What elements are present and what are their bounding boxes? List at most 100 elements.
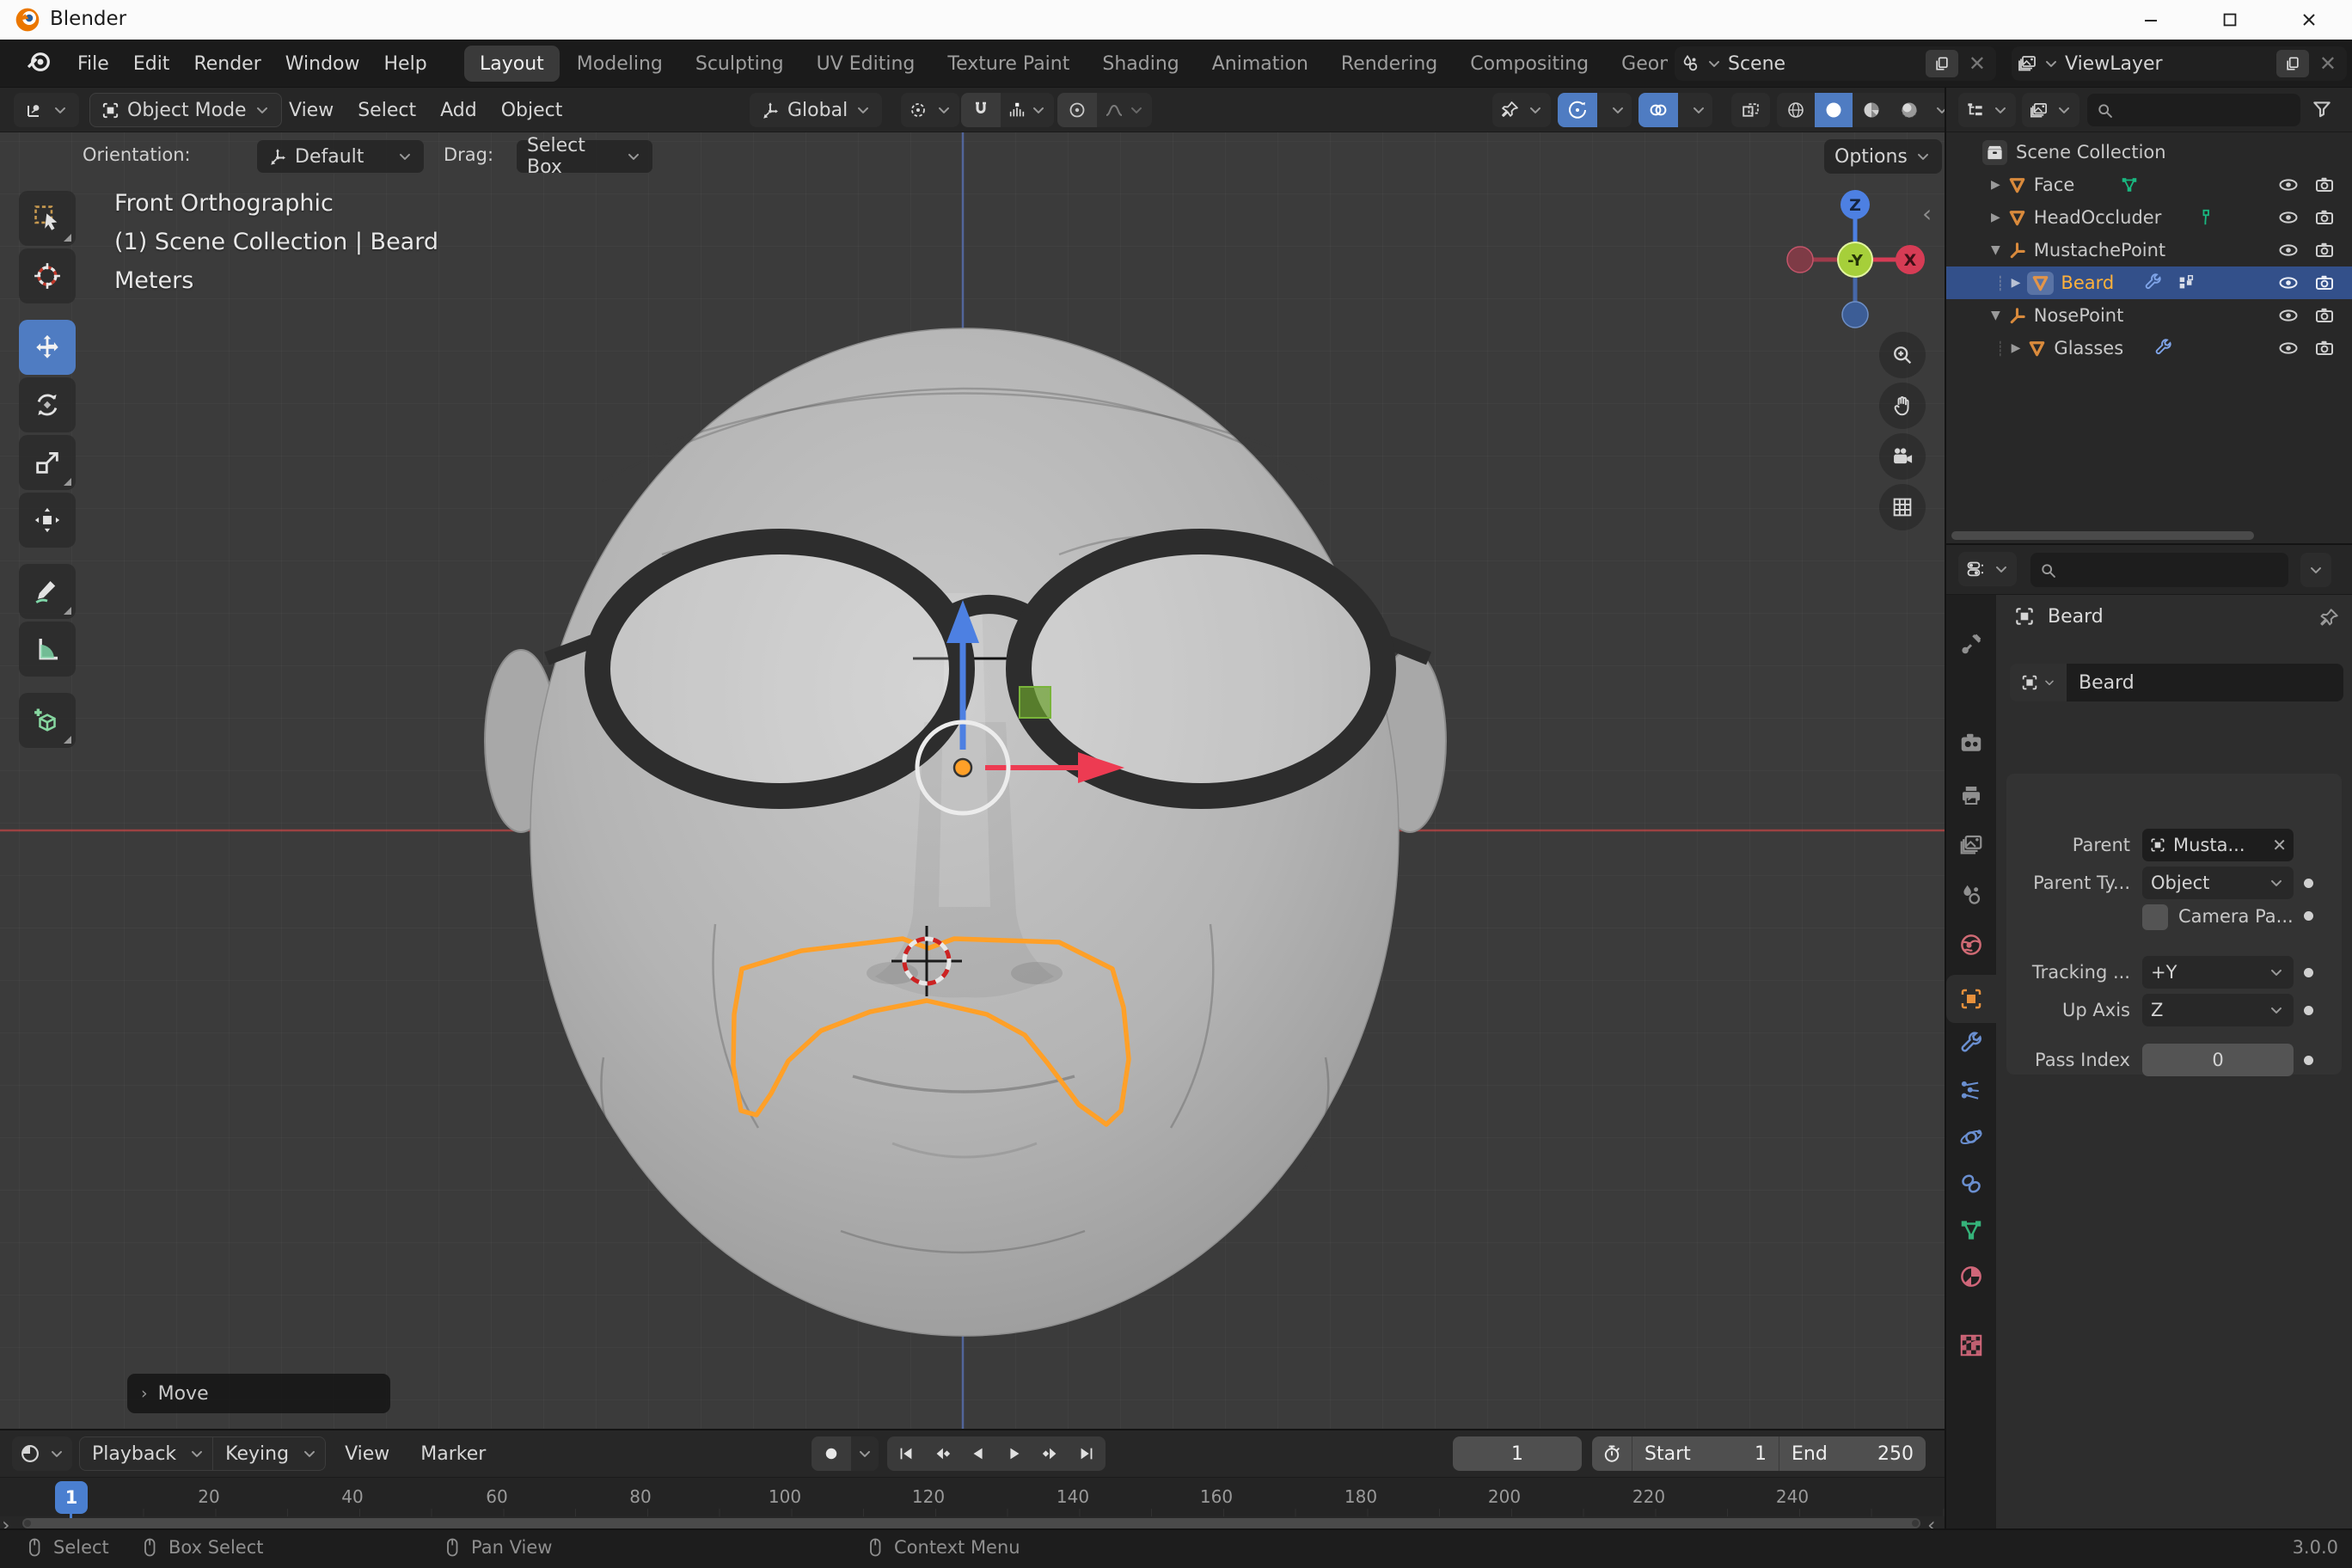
tab-particles[interactable] bbox=[1958, 1078, 1984, 1104]
outliner-row-face[interactable]: ▶ Face bbox=[1946, 168, 2352, 201]
viewport-3d[interactable]: Orientation: Default Drag: Select Box Op… bbox=[0, 132, 1945, 1429]
tracking-dropdown[interactable]: +Y bbox=[2142, 956, 2294, 989]
collapse-arrow[interactable]: ▼ bbox=[1991, 309, 2000, 322]
next-keyframe-button[interactable] bbox=[1033, 1444, 1068, 1463]
outliner-display-mode[interactable] bbox=[1958, 93, 2016, 127]
tab-sculpting[interactable]: Sculpting bbox=[680, 46, 799, 82]
disable-render-icon[interactable] bbox=[2314, 240, 2335, 260]
tab-layout[interactable]: Layout bbox=[464, 46, 560, 82]
menu-add[interactable]: Add bbox=[428, 93, 489, 127]
animate-dot[interactable] bbox=[2304, 879, 2313, 888]
pivot-point-selector[interactable] bbox=[901, 93, 959, 127]
scene-selector[interactable]: Scene ✕ bbox=[1675, 46, 1996, 81]
parent-clear-button[interactable]: ✕ bbox=[2272, 835, 2287, 855]
pass-index-field[interactable]: 0 bbox=[2142, 1044, 2294, 1076]
navigation-gizmo[interactable]: Z X -Y bbox=[1774, 181, 1938, 335]
outliner-filter-collection[interactable] bbox=[2022, 93, 2079, 127]
tab-rendering[interactable]: Rendering bbox=[1326, 46, 1453, 82]
timeline-menu-view[interactable]: View bbox=[333, 1436, 401, 1471]
tab-object-data[interactable] bbox=[1958, 1217, 1984, 1243]
maximize-button[interactable] bbox=[2211, 3, 2249, 36]
tab-world[interactable] bbox=[1958, 932, 1984, 958]
menu-select[interactable]: Select bbox=[346, 93, 428, 127]
tab-modeling[interactable]: Modeling bbox=[561, 46, 678, 82]
tool-move[interactable] bbox=[19, 320, 76, 375]
scene-copy-button[interactable] bbox=[1925, 50, 1958, 77]
parent-type-dropdown[interactable]: Object bbox=[2142, 867, 2294, 899]
pan-button[interactable] bbox=[1879, 383, 1926, 429]
blender-logo-icon-dark[interactable] bbox=[24, 50, 53, 77]
tool-select-box[interactable] bbox=[19, 191, 76, 246]
tool-measure[interactable] bbox=[19, 622, 76, 677]
tab-animation[interactable]: Animation bbox=[1197, 46, 1324, 82]
hide-viewport-icon[interactable] bbox=[2278, 207, 2299, 228]
shading-material-button[interactable] bbox=[1853, 93, 1890, 127]
outliner-filter-button[interactable] bbox=[2311, 98, 2333, 120]
snap-toggle[interactable] bbox=[961, 93, 1001, 127]
disable-render-icon[interactable] bbox=[2314, 273, 2335, 293]
jump-to-end-button[interactable] bbox=[1069, 1444, 1104, 1463]
hide-viewport-icon[interactable] bbox=[2278, 175, 2299, 195]
object-id-icon-button[interactable] bbox=[2010, 664, 2067, 701]
tab-uv-editing[interactable]: UV Editing bbox=[801, 46, 931, 82]
timeline-menu-marker[interactable]: Marker bbox=[408, 1436, 498, 1471]
viewlayer-unlink-button[interactable]: ✕ bbox=[2314, 52, 2342, 76]
outliner-row-scene-collection[interactable]: Scene Collection bbox=[1946, 136, 2352, 168]
disable-render-icon[interactable] bbox=[2314, 305, 2335, 326]
tab-shading[interactable]: Shading bbox=[1087, 46, 1194, 82]
play-button[interactable] bbox=[997, 1444, 1032, 1463]
tool-transform[interactable] bbox=[19, 493, 76, 548]
expand-arrow[interactable]: ▶ bbox=[2012, 341, 2021, 355]
menu-window[interactable]: Window bbox=[273, 46, 372, 81]
tab-material[interactable] bbox=[1958, 1264, 1984, 1289]
tool-rotate[interactable] bbox=[19, 377, 76, 432]
end-frame-field[interactable]: End 250 bbox=[1779, 1443, 1926, 1465]
transform-orientation-selector[interactable]: Global bbox=[750, 93, 883, 127]
pin-icon[interactable] bbox=[2318, 607, 2340, 629]
snap-settings-button[interactable] bbox=[1001, 101, 1054, 119]
animate-dot[interactable] bbox=[2304, 1006, 2313, 1015]
proportional-edit-toggle[interactable] bbox=[1057, 93, 1097, 127]
tool-add-primitive[interactable] bbox=[19, 693, 76, 748]
operator-panel[interactable]: › Move bbox=[127, 1374, 390, 1413]
disable-render-icon[interactable] bbox=[2314, 207, 2335, 228]
shading-wireframe-button[interactable] bbox=[1777, 93, 1815, 127]
editor-type-button[interactable] bbox=[14, 93, 79, 127]
timeline-ruler[interactable]: 20 40 60 80 100 120 140 160 180 200 220 240 1 bbox=[0, 1477, 1945, 1526]
tab-texture[interactable] bbox=[1958, 1332, 1984, 1358]
animate-dot[interactable] bbox=[2304, 911, 2313, 921]
tab-constraints[interactable] bbox=[1958, 1171, 1984, 1197]
zoom-button[interactable] bbox=[1879, 332, 1926, 378]
tab-physics[interactable] bbox=[1958, 1124, 1984, 1150]
hide-viewport-icon[interactable] bbox=[2278, 338, 2299, 358]
viewlayer-copy-button[interactable] bbox=[2275, 50, 2309, 77]
outliner-row-glasses[interactable]: ┊ ▶ Glasses bbox=[1946, 332, 2352, 364]
tab-compositing[interactable]: Compositing bbox=[1455, 46, 1604, 82]
close-button[interactable] bbox=[2290, 3, 2328, 36]
record-button[interactable] bbox=[812, 1436, 851, 1471]
tool-annotate[interactable] bbox=[19, 564, 76, 619]
expand-arrow[interactable]: ▶ bbox=[1991, 178, 2000, 192]
tab-texture-paint[interactable]: Texture Paint bbox=[932, 46, 1085, 82]
animate-dot[interactable] bbox=[2304, 968, 2313, 977]
tab-output[interactable] bbox=[1958, 782, 1984, 808]
camera-view-button[interactable] bbox=[1879, 433, 1926, 480]
start-frame-field[interactable]: Start 1 bbox=[1632, 1443, 1779, 1465]
show-overlays-button[interactable] bbox=[1638, 93, 1712, 127]
jump-to-start-button[interactable] bbox=[889, 1444, 923, 1463]
object-name-input[interactable]: Beard bbox=[2067, 664, 2343, 701]
menu-help[interactable]: Help bbox=[372, 46, 439, 81]
expand-arrow[interactable]: ▶ bbox=[1991, 211, 2000, 224]
properties-search[interactable] bbox=[2030, 553, 2288, 587]
scene-unlink-button[interactable]: ✕ bbox=[1963, 52, 1991, 76]
outliner-row-beard[interactable]: ┊ ▶ Beard bbox=[1946, 266, 2352, 299]
play-reverse-button[interactable] bbox=[961, 1444, 995, 1463]
animate-dot[interactable] bbox=[2304, 1056, 2313, 1065]
breadcrumb-object[interactable]: Beard bbox=[2048, 606, 2104, 628]
timeline-menu-playback[interactable]: Playback bbox=[80, 1436, 188, 1471]
menu-file[interactable]: File bbox=[65, 46, 121, 81]
camera-parent-checkbox[interactable] bbox=[2142, 904, 2168, 930]
mode-selector[interactable]: Object Mode bbox=[89, 93, 282, 127]
disable-render-icon[interactable] bbox=[2314, 338, 2335, 358]
use-preview-range-button[interactable] bbox=[1592, 1443, 1632, 1464]
